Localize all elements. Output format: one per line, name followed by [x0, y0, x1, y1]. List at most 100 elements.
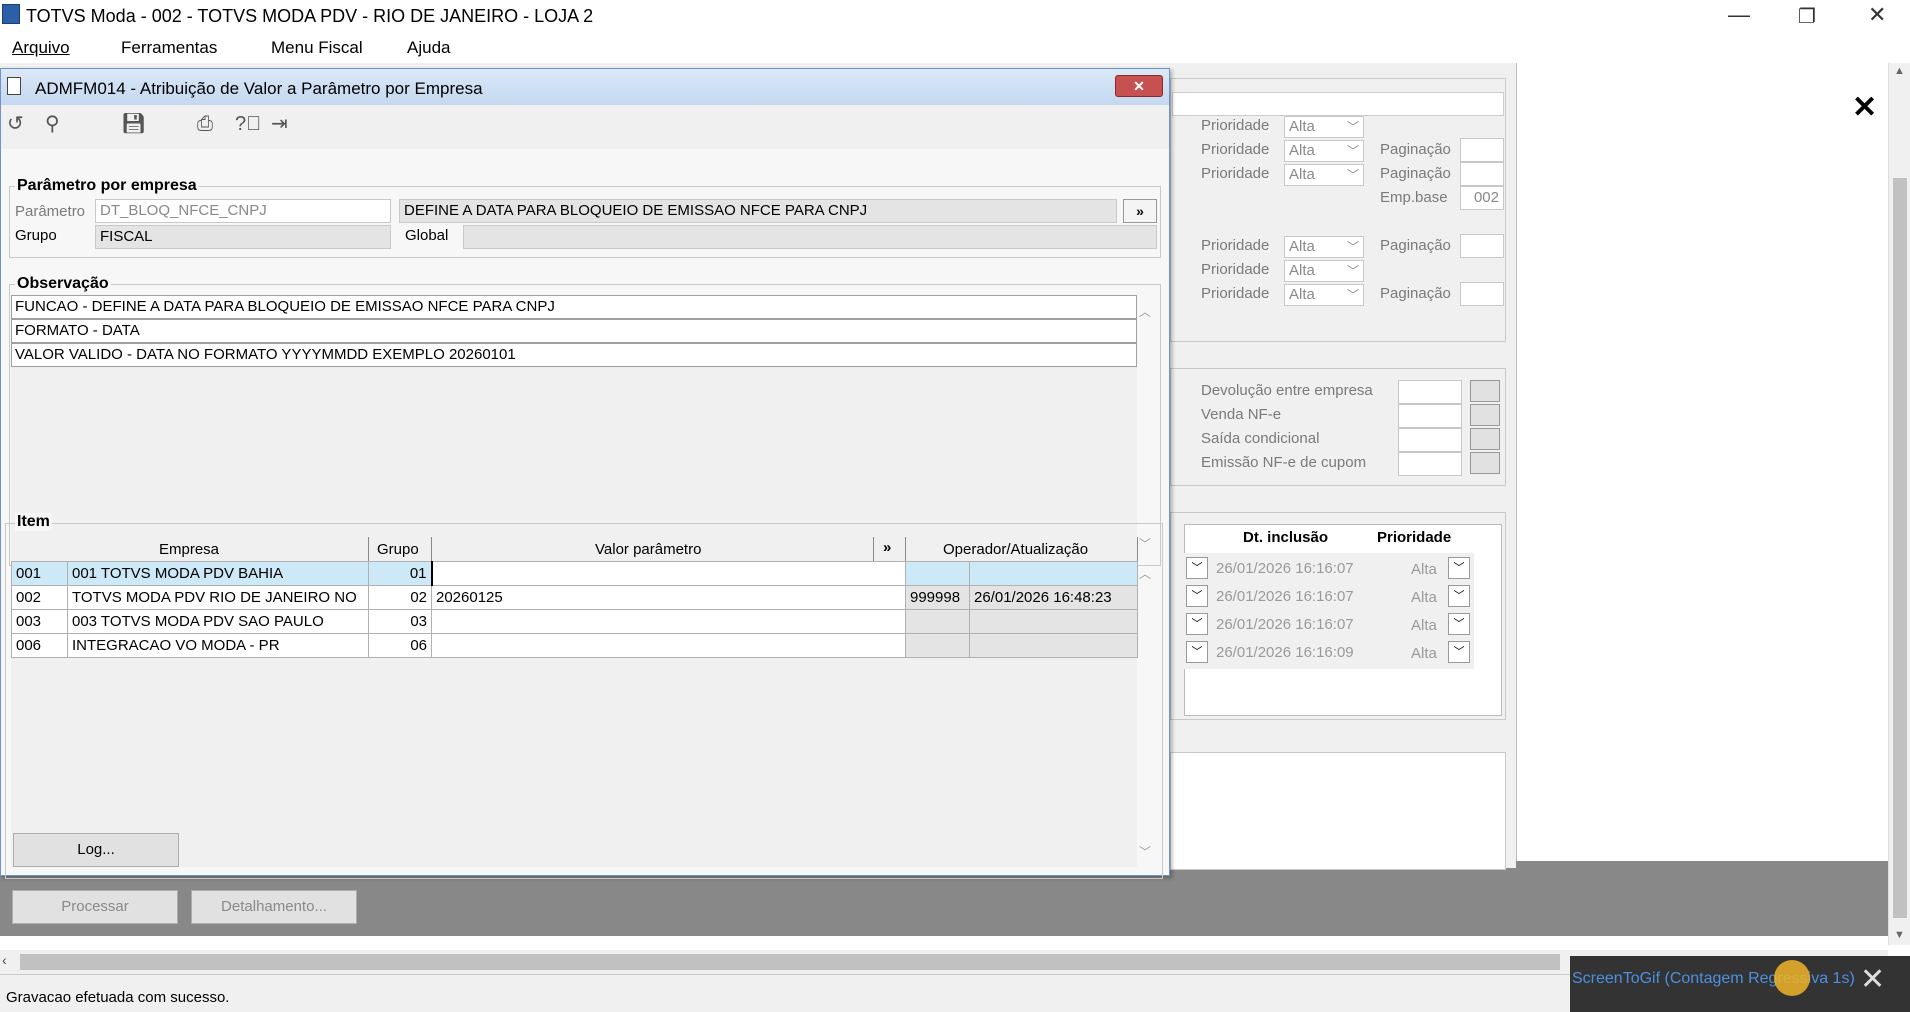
grid-scroll-up-icon[interactable]: ︿ — [1139, 565, 1151, 582]
saida-cond-field[interactable] — [1398, 428, 1462, 452]
venda-nfe-field[interactable] — [1398, 404, 1462, 428]
bg-alta-cell: Alta — [1411, 561, 1437, 578]
cell-valor[interactable] — [431, 633, 906, 658]
cell-code: 001 — [11, 561, 68, 586]
print-icon[interactable]: ⎙ — [197, 113, 213, 135]
emissao-label: Emissão NF-e de cupom — [1201, 454, 1367, 471]
cell-valor[interactable]: 20260125 — [431, 585, 906, 610]
section-obs-title: Observação — [15, 275, 111, 293]
paginacao-field[interactable] — [1460, 162, 1504, 186]
prioridade-select[interactable]: Alta ﹀ — [1284, 284, 1364, 306]
minimize-icon[interactable]: — — [1728, 2, 1750, 28]
obs-line: VALOR VALIDO - DATA NO FORMATO YYYYMMDD … — [11, 343, 1137, 367]
bg-date-cell: 26/01/2026 16:16:07 — [1216, 560, 1354, 577]
global-field — [463, 225, 1157, 249]
vertical-scrollbar[interactable]: ▲ ▼ — [1888, 63, 1910, 945]
paginacao-label: Paginação — [1380, 285, 1451, 302]
help-icon[interactable]: ?⃝ — [235, 113, 261, 135]
close-panel-icon[interactable]: ✕ — [1852, 90, 1877, 125]
prioridade-select[interactable]: Alta ﹀ — [1284, 236, 1364, 258]
dialog-window: ADMFM014 - Atribuição de Valor a Parâmet… — [0, 68, 1170, 879]
bg-dropdown-btn[interactable]: ﹀ — [1186, 613, 1208, 635]
obs-text-area[interactable]: FUNCAO - DEFINE A DATA PARA BLOQUEIO DE … — [11, 295, 1137, 559]
bg-dropdown-btn[interactable]: ﹀ — [1186, 585, 1208, 607]
obs-line: FUNCAO - DEFINE A DATA PARA BLOQUEIO DE … — [11, 295, 1137, 319]
saida-cond-button[interactable] — [1470, 428, 1500, 450]
prioridade-select[interactable]: Alta ﹀ — [1284, 260, 1364, 282]
emissao-field[interactable] — [1398, 452, 1462, 476]
item-table: 001 001 TOTVS MODA PDV BAHIA 01 002 TOTV… — [11, 561, 1138, 658]
bg-dropdown-btn[interactable]: ﹀ — [1448, 613, 1470, 635]
bg-dropdown-btn[interactable]: ﹀ — [1448, 557, 1470, 579]
parametro-expand-button[interactable]: » — [1123, 199, 1157, 223]
dialog-toolbar: ↺ ⚲ 💾︎ ⎙ ?⃝ ⇥ — [1, 105, 1169, 145]
paginacao-field[interactable] — [1460, 138, 1504, 162]
table-row[interactable]: 003 003 TOTVS MODA PDV SAO PAULO 03 — [11, 609, 1138, 634]
table-row[interactable]: 002 TOTVS MODA PDV RIO DE JANEIRO NO 02 … — [11, 585, 1138, 610]
bg-date-cell: 26/01/2026 16:16:07 — [1216, 616, 1354, 633]
menu-bar: Arquivo Ferramentas Menu Fiscal Ajuda — [0, 33, 1910, 63]
cell-grupo: 02 — [368, 585, 432, 610]
restore-icon[interactable]: ❐ — [1798, 4, 1816, 29]
paginacao-field[interactable] — [1460, 234, 1504, 258]
devolucao-button[interactable] — [1470, 380, 1500, 402]
grid-scroll-down-icon[interactable]: ﹀ — [1139, 843, 1151, 860]
log-button[interactable]: Log... — [13, 833, 179, 867]
bg-dropdown-btn[interactable]: ﹀ — [1448, 641, 1470, 663]
cell-grupo: 06 — [368, 633, 432, 658]
cell-data — [969, 609, 1138, 634]
dialog-close-button[interactable]: ✕ — [1115, 75, 1163, 97]
bg-dropdown-btn[interactable]: ﹀ — [1448, 585, 1470, 607]
exit-icon[interactable]: ⇥ — [271, 113, 288, 135]
emissao-button[interactable] — [1470, 452, 1500, 474]
cell-grupo: 03 — [368, 609, 432, 634]
cell-grupo: 01 — [368, 561, 432, 586]
screentogif-close-icon[interactable]: ✕ — [1860, 962, 1885, 997]
bg-alta-cell: Alta — [1411, 617, 1437, 634]
prioridade-label: Prioridade — [1201, 117, 1270, 134]
scroll-down-icon[interactable]: ▼ — [1894, 929, 1905, 941]
table-row[interactable]: 006 INTEGRACAO VO MODA - PR 06 — [11, 633, 1138, 658]
scroll-up-icon[interactable]: ▲ — [1894, 65, 1905, 77]
prioridade-select[interactable]: Alta ﹀ — [1284, 164, 1364, 186]
scrollbar-thumb[interactable] — [1893, 178, 1907, 918]
close-window-icon[interactable]: ✕ — [1868, 2, 1886, 28]
refresh-icon[interactable]: ↺ — [7, 113, 24, 135]
scroll-left-icon[interactable]: ‹ — [2, 952, 7, 968]
menu-ajuda[interactable]: Ajuda — [407, 38, 450, 58]
menu-arquivo[interactable]: Arquivo — [12, 38, 70, 58]
venda-nfe-button[interactable] — [1470, 404, 1500, 426]
global-label: Global — [405, 227, 449, 244]
devolucao-field[interactable] — [1398, 380, 1462, 404]
table-row[interactable]: 001 001 TOTVS MODA PDV BAHIA 01 — [11, 561, 1138, 586]
paginacao-field[interactable] — [1460, 282, 1504, 306]
bg-dropdown-btn[interactable]: ﹀ — [1186, 641, 1208, 663]
detalhamento-button[interactable]: Detalhamento... — [191, 890, 357, 924]
menu-ferramentas[interactable]: Ferramentas — [121, 38, 217, 58]
save-icon[interactable]: 💾︎ — [121, 113, 146, 135]
screentogif-text: ScreenToGif (Contagem Regressiva 1s) — [1572, 970, 1855, 987]
devolucao-label: Devolução entre empresa — [1201, 382, 1373, 399]
processar-button[interactable]: Processar — [12, 890, 178, 924]
parametro-field[interactable]: DT_BLOQ_NFCE_CNPJ — [95, 199, 391, 223]
menu-fiscal[interactable]: Menu Fiscal — [271, 38, 363, 58]
prioridade-label: Prioridade — [1201, 261, 1270, 278]
hscroll-thumb[interactable] — [20, 954, 1560, 970]
obs-scroll-up-icon[interactable]: ︿ — [1139, 303, 1151, 320]
col-grupo[interactable]: Grupo — [377, 541, 419, 558]
col-empresa[interactable]: Empresa — [159, 541, 219, 558]
cell-valor[interactable] — [431, 609, 906, 634]
right-white-panel — [1516, 63, 1888, 861]
cell-valor[interactable] — [430, 561, 906, 586]
document-icon — [7, 77, 21, 95]
bg-dropdown-btn[interactable]: ﹀ — [1186, 557, 1208, 579]
col-operador[interactable]: Operador/Atualização — [943, 541, 1088, 558]
col-valor[interactable]: Valor parâmetro — [595, 541, 701, 558]
prioridade-select[interactable]: Alta ﹀ — [1284, 116, 1364, 138]
paginacao-label: Paginação — [1380, 237, 1451, 254]
emp-base-field[interactable]: 002 — [1460, 186, 1504, 210]
prioridade-select[interactable]: Alta ﹀ — [1284, 140, 1364, 162]
search-icon[interactable]: ⚲ — [45, 113, 60, 135]
col-expand-button[interactable]: » — [883, 539, 891, 556]
section-item-title: Item — [15, 513, 52, 531]
